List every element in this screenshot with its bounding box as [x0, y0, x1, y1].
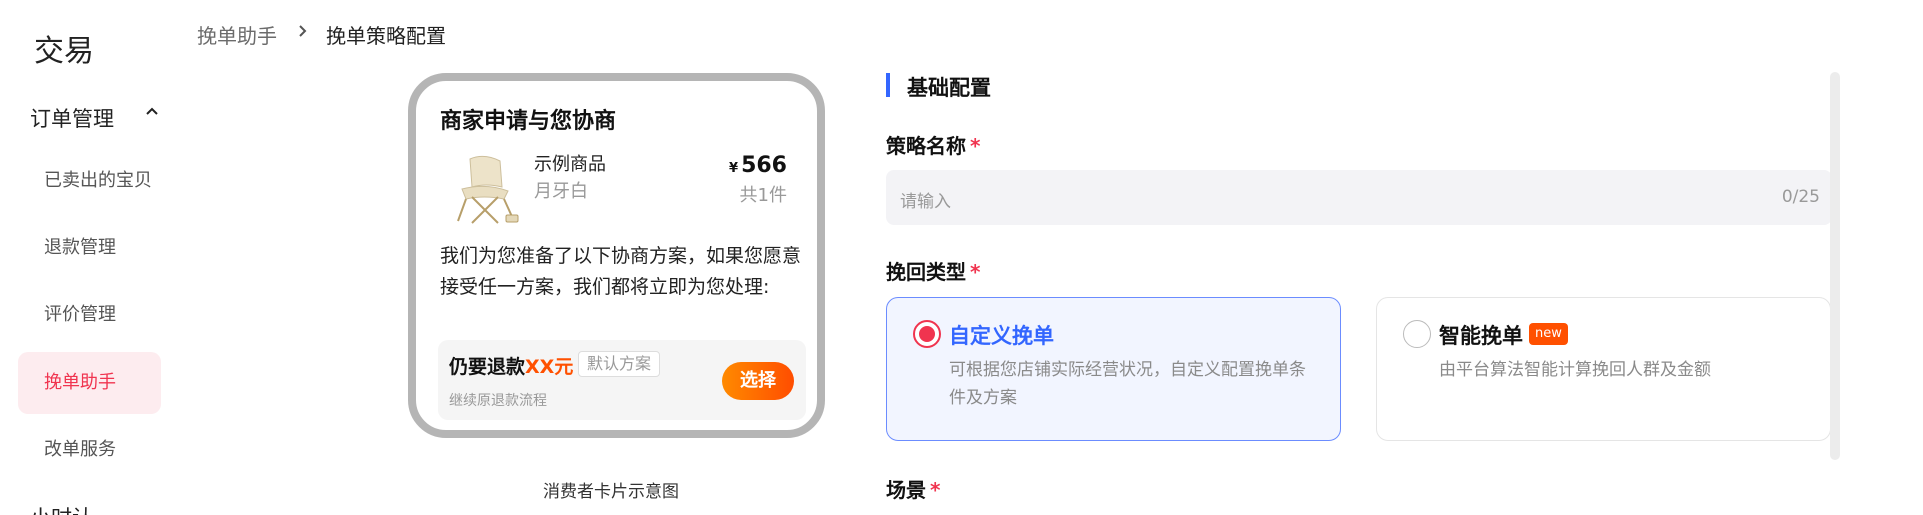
sidebar-brand: 交易: [34, 34, 94, 69]
strategy-name-input[interactable]: 请输入 0/25: [886, 170, 1832, 225]
required-mark: *: [970, 260, 981, 284]
recovery-type-label-text: 挽回类型: [886, 260, 966, 284]
breadcrumb-current: 挽单策略配置: [326, 24, 446, 48]
input-placeholder: 请输入: [900, 192, 951, 212]
product-name: 示例商品: [534, 154, 606, 175]
option-description: 可根据您店铺实际经营状况，自定义配置挽单条件及方案: [949, 360, 1306, 408]
card-caption: 消费者卡片示意图: [543, 482, 679, 502]
offer-select-button[interactable]: 选择: [722, 362, 794, 400]
strategy-name-label-text: 策略名称: [886, 134, 966, 158]
offer-amount: XX元: [525, 356, 574, 378]
section-accent-bar: [886, 73, 890, 97]
offer-main: 仍要退款XX元: [449, 352, 573, 379]
folding-chair-image: [457, 155, 519, 224]
breadcrumb-parent[interactable]: 挽单助手: [197, 20, 277, 49]
sidebar: 交易 订单管理 已卖出的宝贝 退款管理 评价管理 挽单助手 改单服务 小时认: [0, 0, 170, 515]
sidebar-item-order-change[interactable]: 改单服务: [18, 419, 161, 481]
sidebar-group-order-management[interactable]: 订单管理: [30, 103, 114, 133]
sidebar-item-sold[interactable]: 已卖出的宝贝: [18, 150, 161, 212]
card-description: 我们为您准备了以下协商方案，如果您愿意接受任一方案，我们都将立即为您处理:: [440, 245, 802, 298]
sidebar-item-refund[interactable]: 退款管理: [18, 217, 161, 279]
scene-label-text: 场景: [886, 478, 926, 502]
new-badge: new: [1529, 323, 1568, 345]
option-custom-retention[interactable]: 自定义挽单 可根据您店铺实际经营状况，自定义配置挽单条件及方案: [886, 297, 1341, 441]
option-title: 智能挽单: [1439, 324, 1523, 348]
sidebar-item-retention[interactable]: 挽单助手: [18, 352, 161, 414]
option-smart-retention[interactable]: 智能挽单 new 由平台算法智能计算挽回人群及金额: [1376, 297, 1831, 441]
input-counter: 0/25: [1781, 187, 1820, 207]
product-variant: 月牙白: [534, 181, 588, 202]
sidebar-group-next[interactable]: 小时认: [30, 502, 93, 515]
required-mark: *: [970, 134, 981, 158]
radio-unselected[interactable]: [1403, 320, 1431, 348]
offer-default-tag: 默认方案: [578, 351, 661, 377]
section-title: 基础配置: [907, 76, 991, 100]
consumer-card-preview: 商家申请与您协商 示例商品 月牙白 ¥566 共1件 我们为您准备了以下协商方案…: [408, 73, 825, 438]
recovery-type-label: 挽回类型 *: [886, 256, 980, 285]
scrollbar[interactable]: [1830, 72, 1840, 460]
price-currency: ¥: [729, 161, 739, 176]
offer-main-prefix: 仍要退款: [449, 356, 526, 378]
required-mark: *: [930, 478, 941, 502]
offer-option: 仍要退款XX元 默认方案 继续原退款流程 选择: [438, 340, 806, 420]
card-title: 商家申请与您协商: [440, 109, 617, 134]
scene-label: 场景 *: [886, 474, 940, 503]
product-quantity: 共1件: [739, 185, 787, 206]
strategy-name-label: 策略名称 *: [886, 130, 980, 159]
price-value: 566: [741, 153, 787, 178]
product-price: ¥566: [729, 153, 787, 178]
radio-selected[interactable]: [913, 320, 941, 348]
option-title: 自定义挽单: [949, 324, 1054, 348]
chevron-right-icon: [299, 25, 307, 37]
sidebar-item-reviews[interactable]: 评价管理: [18, 284, 161, 346]
offer-subtext: 继续原退款流程: [449, 393, 547, 409]
option-description: 由平台算法智能计算挽回人群及金额: [1439, 360, 1711, 380]
chevron-up-icon[interactable]: [144, 104, 160, 120]
